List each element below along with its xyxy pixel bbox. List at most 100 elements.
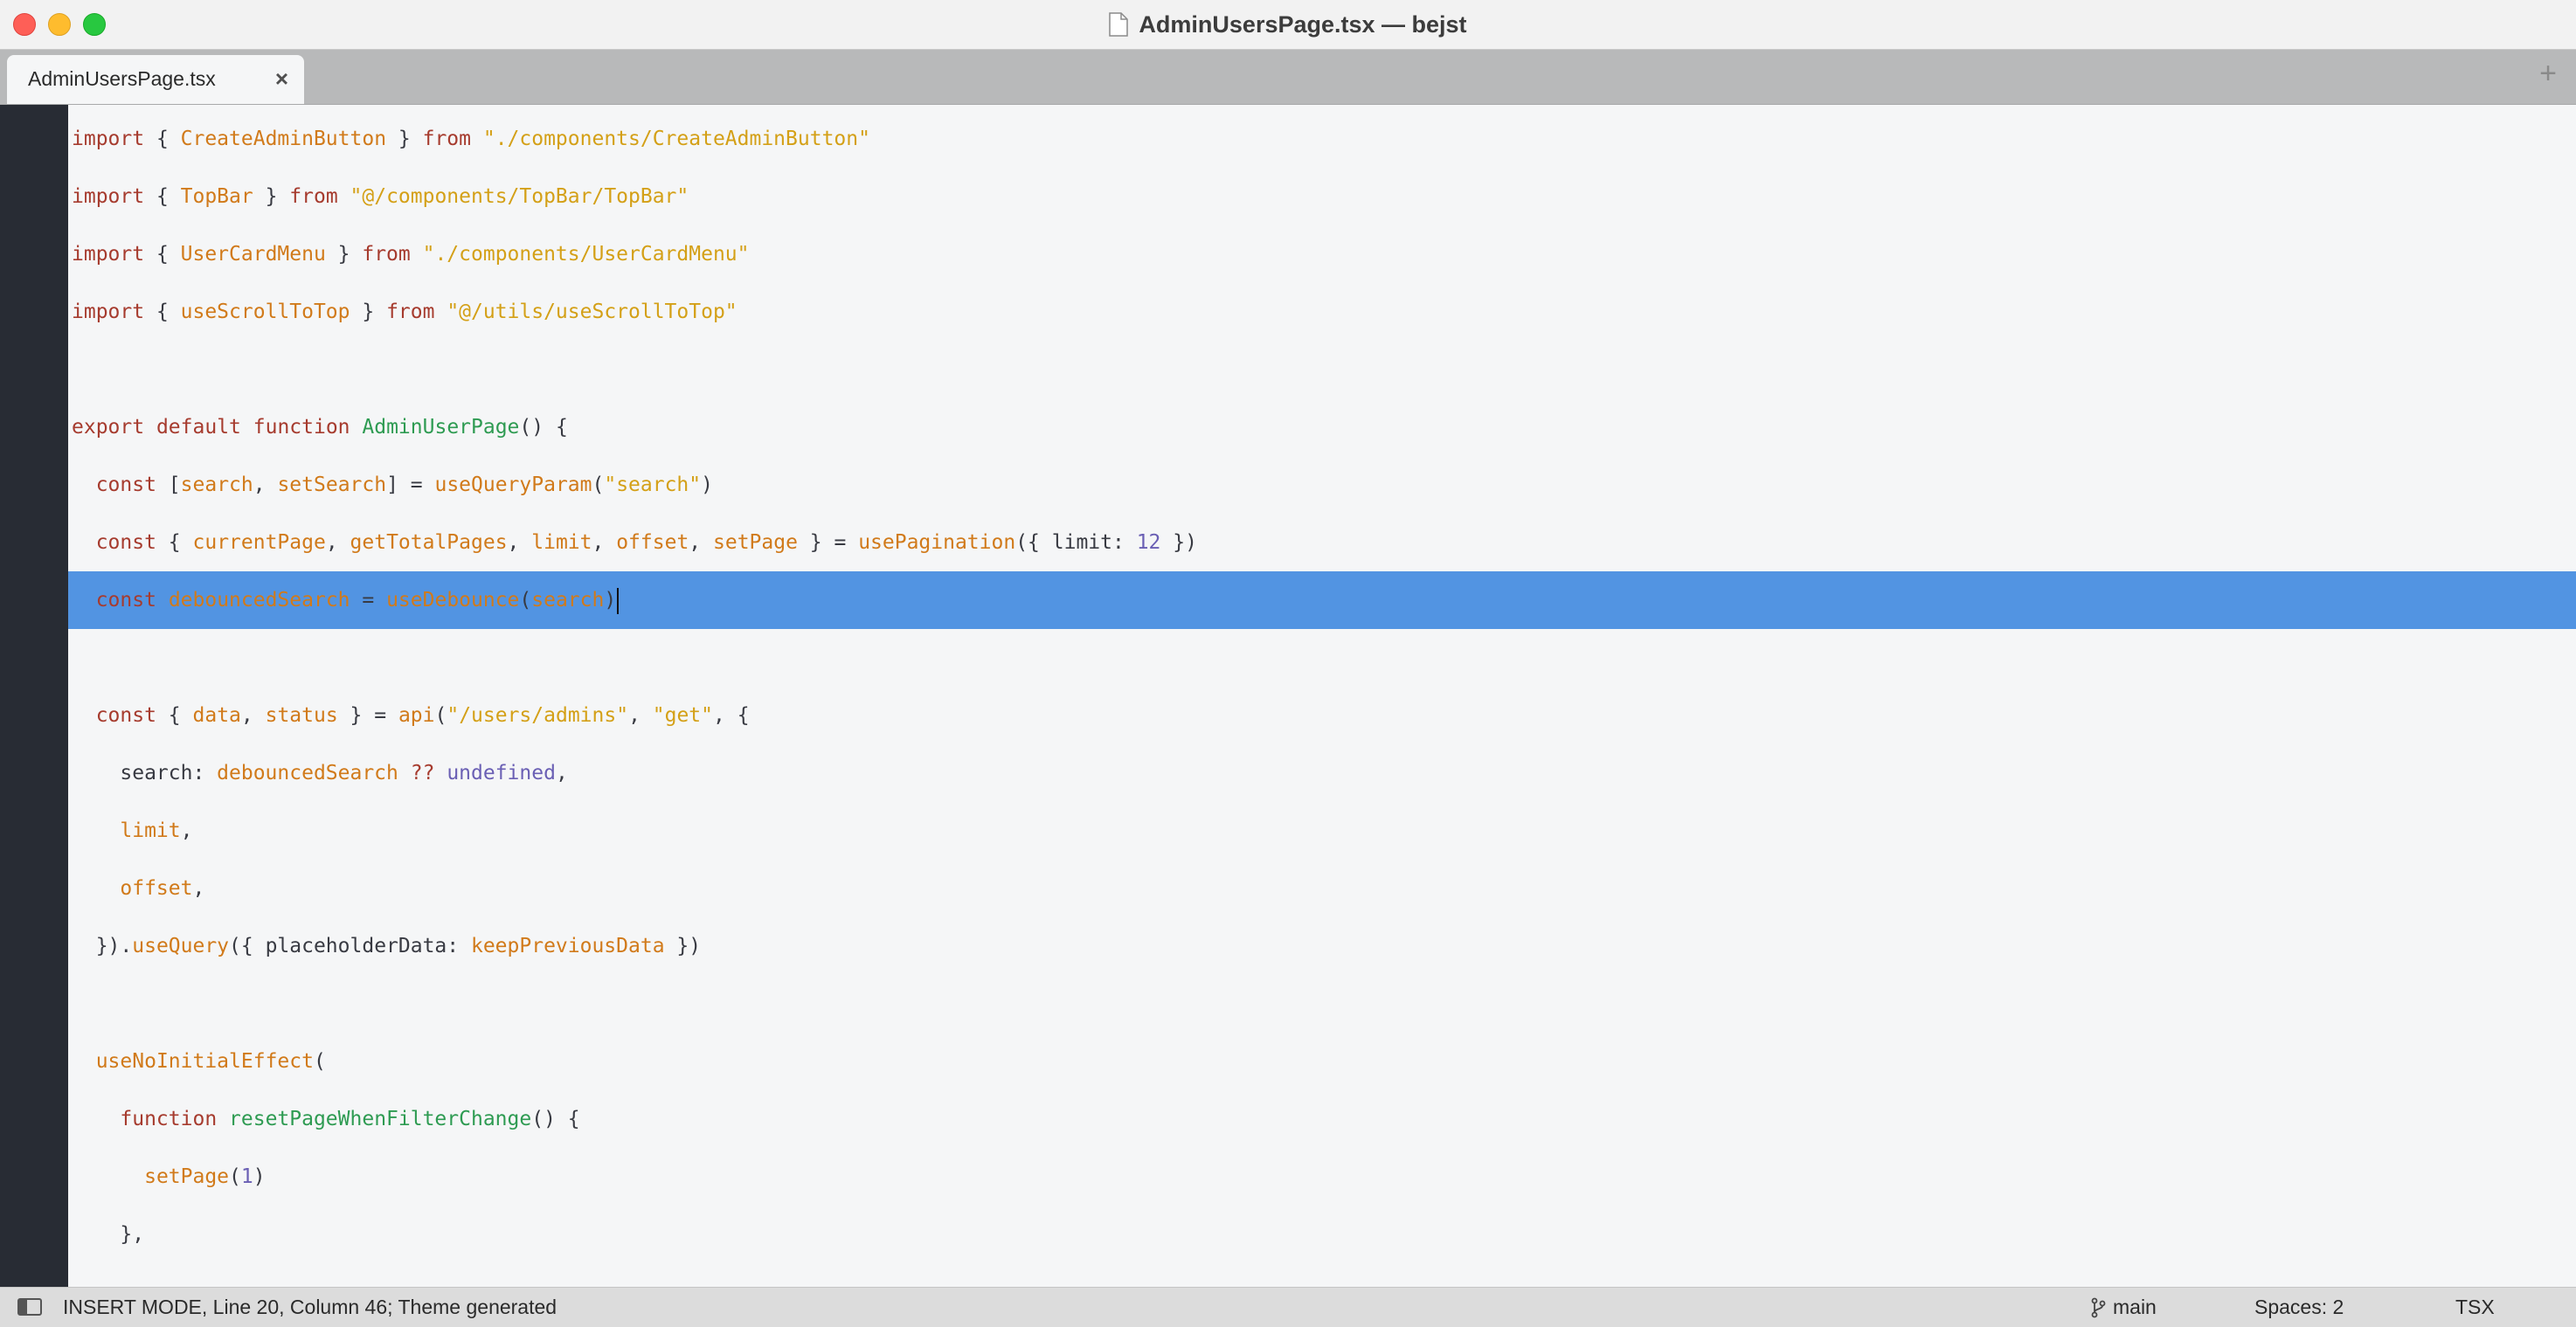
code-token: , <box>192 877 205 900</box>
syntax-setting[interactable]: TSX <box>2455 1296 2495 1319</box>
code-token: TopBar <box>180 185 253 208</box>
code-line[interactable]: limit, <box>68 802 2576 860</box>
code-token: ( <box>313 1050 326 1073</box>
window-title-wrap: AdminUsersPage.tsx — bejst <box>0 0 2576 49</box>
git-branch-icon <box>2091 1297 2106 1317</box>
code-line[interactable]: offset, <box>68 860 2576 917</box>
code-token: } <box>350 301 387 323</box>
code-token: { <box>144 185 181 208</box>
code-token: export <box>72 416 145 439</box>
text-cursor <box>617 587 620 614</box>
code-line-text: const { currentPage, getTotalPages, limi… <box>72 514 1197 571</box>
code-token: } <box>325 243 363 266</box>
code-line-text: import { useScrollToTop } from "@/utils/… <box>72 283 737 341</box>
code-token: search: <box>72 762 218 784</box>
tab-label: AdminUsersPage.tsx <box>28 67 216 90</box>
sidebar-toggle-icon[interactable] <box>17 1298 42 1316</box>
code-line[interactable]: const { data, status } = api("/users/adm… <box>68 687 2576 744</box>
code-line-text: export default function AdminUserPage() … <box>72 398 568 456</box>
plus-icon[interactable]: + <box>2539 57 2557 91</box>
code-token: from <box>422 128 471 150</box>
code-token: } <box>253 185 290 208</box>
code-line[interactable]: import { UserCardMenu } from "./componen… <box>68 225 2576 283</box>
code-editor[interactable]: import { CreateAdminButton } from "./com… <box>68 105 2576 1287</box>
code-line[interactable]: const [search, setSearch] = useQueryPara… <box>68 456 2576 514</box>
code-line-text: import { TopBar } from "@/components/Top… <box>72 168 689 225</box>
code-token: , <box>240 704 266 727</box>
code-token: ( <box>434 704 447 727</box>
code-token: const <box>95 704 156 727</box>
code-line[interactable] <box>68 341 2576 398</box>
code-token: "get" <box>652 704 714 727</box>
code-token: , <box>325 531 350 554</box>
code-token: , <box>689 531 713 554</box>
code-token: import <box>72 243 145 266</box>
code-token: } = <box>337 704 398 727</box>
indentation-setting[interactable]: Spaces: 2 <box>2254 1296 2344 1319</box>
code-token: getTotalPages <box>350 531 508 554</box>
code-line[interactable] <box>68 975 2576 1033</box>
code-token: resetPageWhenFilterChange <box>229 1108 532 1130</box>
code-token: , <box>628 704 653 727</box>
close-icon[interactable]: × <box>275 66 288 93</box>
code-line[interactable]: const { currentPage, getTotalPages, limi… <box>68 514 2576 571</box>
tab-adminuserspage[interactable]: AdminUsersPage.tsx × <box>7 55 304 104</box>
code-token: default <box>156 416 241 439</box>
code-line[interactable]: setPage(1) <box>68 1148 2576 1206</box>
code-token: () { <box>519 416 568 439</box>
code-line[interactable]: const debouncedSearch = useDebounce(sear… <box>68 571 2576 629</box>
code-line[interactable]: export default function AdminUserPage() … <box>68 398 2576 456</box>
code-token: search <box>531 589 605 612</box>
code-token: ) <box>604 589 617 612</box>
code-token: ( <box>519 589 532 612</box>
code-token: 1 <box>240 1165 253 1188</box>
code-token: import <box>72 128 145 150</box>
code-token: useQuery <box>132 935 230 957</box>
code-line[interactable] <box>68 629 2576 687</box>
code-line[interactable]: import { TopBar } from "@/components/Top… <box>68 168 2576 225</box>
code-line[interactable]: search: debouncedSearch ?? undefined, <box>68 744 2576 802</box>
code-token: setPage <box>713 531 798 554</box>
code-line[interactable]: import { useScrollToTop } from "@/utils/… <box>68 283 2576 341</box>
code-token: setPage <box>144 1165 230 1188</box>
code-token: const <box>95 531 156 554</box>
code-token: , <box>180 819 193 842</box>
code-token: [ <box>156 473 181 496</box>
status-mode-text: INSERT MODE, Line 20, Column 46; Theme g… <box>63 1296 557 1318</box>
code-token: "@/components/TopBar/TopBar" <box>350 185 689 208</box>
code-token: { <box>156 704 193 727</box>
code-line-text: const { data, status } = api("/users/adm… <box>72 687 750 744</box>
code-token: "./components/UserCardMenu" <box>422 243 750 266</box>
code-token: debouncedSearch <box>168 589 350 612</box>
branch-name: main <box>2113 1296 2157 1318</box>
code-line-text: import { CreateAdminButton } from "./com… <box>72 110 870 168</box>
code-line[interactable]: }).useQuery({ placeholderData: keepPrevi… <box>68 917 2576 975</box>
code-line[interactable]: useNoInitialEffect( <box>68 1033 2576 1090</box>
code-line-text: function resetPageWhenFilterChange() { <box>72 1090 579 1148</box>
code-token: "search" <box>604 473 702 496</box>
code-token: from <box>289 185 338 208</box>
code-token: limit <box>531 531 592 554</box>
code-token: useNoInitialEffect <box>95 1050 314 1073</box>
tab-bar: AdminUsersPage.tsx × + <box>0 50 2576 105</box>
code-token: }) <box>1160 531 1197 554</box>
code-token: , <box>555 762 568 784</box>
code-token: keepPreviousData <box>470 935 665 957</box>
code-line[interactable]: }, <box>68 1206 2576 1263</box>
branch-indicator[interactable]: main <box>2090 1296 2157 1319</box>
code-line[interactable]: function resetPageWhenFilterChange() { <box>68 1090 2576 1148</box>
document-icon <box>1109 12 1129 37</box>
code-line-text: import { UserCardMenu } from "./componen… <box>72 225 749 283</box>
code-line[interactable]: import { CreateAdminButton } from "./com… <box>68 110 2576 168</box>
code-token: currentPage <box>192 531 326 554</box>
code-token: limit <box>120 819 181 842</box>
